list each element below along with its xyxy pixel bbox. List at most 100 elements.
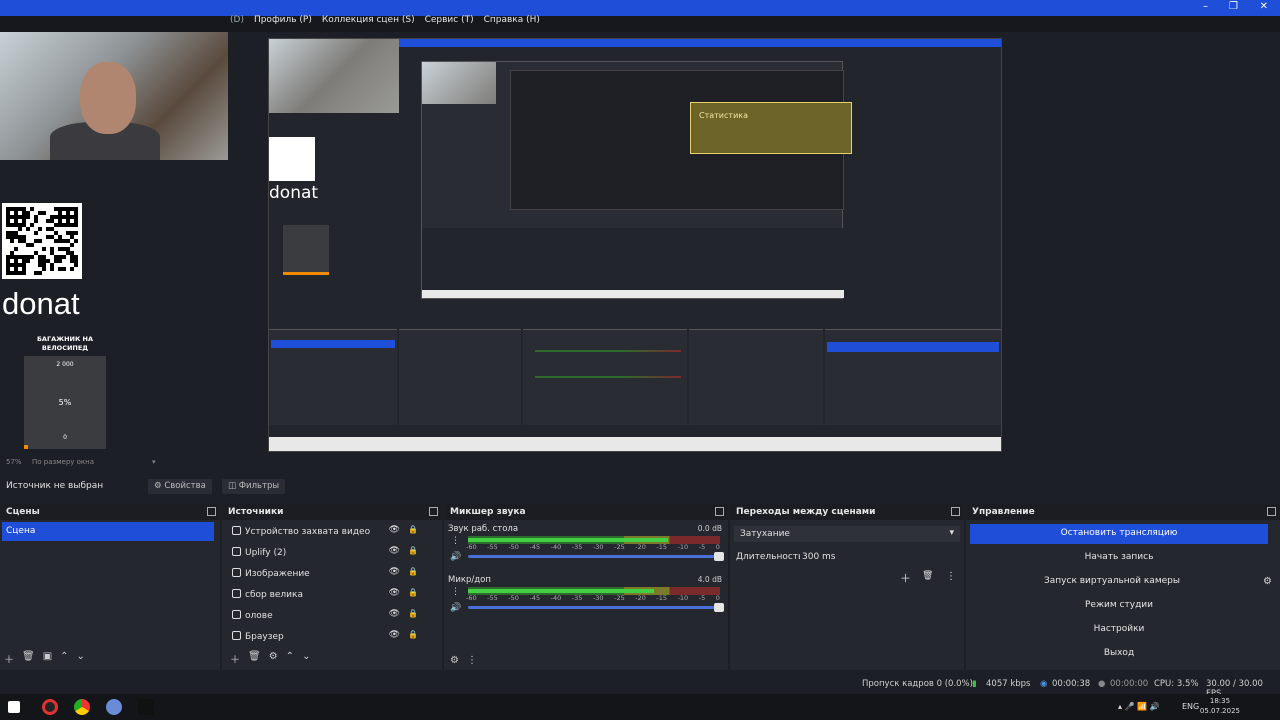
goal-percent: 5% [58,398,72,407]
source-toolbar: Источник не выбран ⚙ Свойства ◫ Фильтры [0,476,1280,496]
lock-icon[interactable]: 🔒 [408,525,418,534]
speaker-icon[interactable]: 🔊 [450,603,461,613]
volume-slider-handle[interactable] [714,552,724,561]
virtual-camera-button[interactable]: Запуск виртуальной камеры [970,572,1254,592]
windows-start-icon[interactable] [8,701,20,713]
eye-icon[interactable]: 👁 [389,525,400,535]
bitrate: 4057 kbps [986,679,1031,689]
add-source-icon[interactable]: ＋ [230,651,240,666]
language-indicator[interactable]: ENG [1182,702,1199,711]
move-up-icon[interactable]: ⌃ [286,651,294,666]
eye-icon[interactable]: 👁 [389,630,400,640]
sources-title: Источники [222,504,442,520]
channel-menu-icon[interactable]: ⋮ [451,536,460,546]
channel-db: 0.0 dB [697,524,722,533]
source-item[interactable]: сбор велика 👁 🔒 [228,585,426,604]
exit-button[interactable]: Выход [970,644,1268,664]
minimize-icon[interactable]: – [1203,1,1208,12]
stop-stream-button[interactable]: Остановить трансляцию [970,524,1268,544]
maximize-icon[interactable]: ❐ [1229,1,1238,12]
gear-icon[interactable]: ⚙ [450,655,459,666]
no-source-label: Источник не выбран [6,481,104,491]
record-time: 00:00:00 [1110,679,1149,689]
globe-icon [232,547,241,556]
menu-dots-icon[interactable]: ⋮ [467,655,477,666]
mixer-dock: Микшер звука Звук раб. стола 0.0 dB ⋮ -6… [444,504,728,670]
terminal-icon[interactable] [138,699,154,715]
gear-icon[interactable]: ⚙ [269,651,278,666]
channel-db: 4.0 dB [697,575,722,584]
sources-dock: Источники Устройство захвата видео 👁 🔒 Upl… [222,504,442,670]
nested-qr-icon [269,137,315,181]
move-down-icon[interactable]: ⌄ [77,651,85,666]
lock-icon[interactable]: 🔒 [408,588,418,597]
source-item[interactable]: Изображение 👁 🔒 [228,564,426,583]
source-item[interactable]: Браузер 👁 🔒 [228,627,426,646]
webcam-feed [0,32,228,160]
studio-mode-button[interactable]: Режим студии [970,596,1268,616]
start-record-button[interactable]: Начать запись [970,548,1268,568]
transition-select[interactable]: Затухание ▾ [734,526,960,542]
eye-icon[interactable]: 👁 [389,609,400,619]
filters-button[interactable]: ◫ Фильтры [222,479,286,494]
nested-screen-capture: donat Статистика [268,38,1002,452]
add-scene-icon[interactable]: ＋ [4,651,14,666]
lock-icon[interactable]: 🔒 [408,630,418,639]
nested-stats-title: Статистика [699,111,748,120]
app-icon[interactable] [106,699,122,715]
menu-dots-icon[interactable]: ⋮ [946,571,956,582]
lock-icon[interactable]: 🔒 [408,567,418,576]
scene-item[interactable]: Сцена [2,522,214,541]
menu-item-scene-collection[interactable]: Коллекция сцен (S) [322,15,415,31]
nested-taskbar [269,437,1001,451]
close-icon[interactable]: ✕ [1260,1,1268,12]
menu-item-tools[interactable]: Сервис (T) [425,15,474,31]
filter-icon[interactable]: ▣ [43,651,52,666]
qr-code-icon [2,203,82,279]
stream-time: 00:00:38 [1052,679,1091,689]
nested-inner-window: Статистика [421,61,852,299]
menu-item-profile[interactable]: Профиль (Р) [254,15,312,31]
move-down-icon[interactable]: ⌄ [302,651,310,666]
volume-slider[interactable] [468,555,720,558]
lock-icon[interactable]: 🔒 [408,609,418,618]
lock-icon[interactable]: 🔒 [408,546,418,555]
tray-icons: ▴ 🎤 📶 🔊 [1118,702,1160,711]
channel-menu-icon[interactable]: ⋮ [451,587,460,597]
properties-button[interactable]: ⚙ Свойства [148,479,212,494]
move-up-icon[interactable]: ⌃ [60,651,68,666]
source-item[interactable]: Устройство захвата видео 👁 🔒 [228,522,426,541]
duration-label: Длительность [736,552,804,562]
eye-icon[interactable]: 👁 [389,546,400,556]
remove-source-icon[interactable]: 🗑 [248,651,261,666]
remove-transition-icon[interactable]: 🗑 [922,571,933,581]
menu-item-d[interactable]: (D) [230,15,244,31]
eye-icon[interactable]: 👁 [389,588,400,598]
speaker-icon[interactable]: 🔊 [450,552,461,562]
settings-button[interactable]: Настройки [970,620,1268,640]
taskbar: ▴ 🎤 📶 🔊 ENG 18:35 05.07.2025 [0,694,1280,720]
nested-donat-label: donat [269,183,319,203]
preview-canvas[interactable]: donat БАГАЖНИК НА ВЕЛОСИПЕД 2 000 5% 0 d… [0,32,1280,452]
menu-strip [0,16,1280,32]
mixer-channel: Микр/доп 4.0 dB ⋮ -60 -55 -50 -45 -40 -35 -30-… [444,575,728,625]
volume-slider-handle[interactable] [714,603,724,612]
gear-icon[interactable]: ⚙ [1263,576,1272,587]
source-item[interactable]: Uplify (2) 👁 🔒 [228,543,426,562]
nested-stats-window: Статистика [690,102,852,154]
source-item[interactable]: олове 👁 🔒 [228,606,426,625]
zoom-mode-select[interactable]: По размеру окна [32,458,94,466]
chevron-down-icon[interactable]: ▾ [152,458,156,466]
status-bar: Пропуск кадров 0 (0.0%) ▮ 4057 kbps ◉ 00… [0,676,1280,699]
obs-window: – ❐ ✕ (D) Профиль (Р) Коллекция сцен (S)… [0,0,1280,720]
chrome-icon[interactable] [74,699,90,715]
remove-scene-icon[interactable]: 🗑 [22,651,35,666]
eye-icon[interactable]: 👁 [389,567,400,577]
duration-input[interactable]: 300 ms [800,549,960,565]
clock[interactable]: 18:35 05.07.2025 [1200,696,1240,716]
menu-item-help[interactable]: Справка (H) [484,15,540,31]
add-transition-icon[interactable]: ＋ [900,570,911,586]
obs-icon[interactable] [42,699,58,715]
mixer-toolbar: ⚙ ⋮ [450,655,477,666]
volume-slider[interactable] [468,606,720,609]
